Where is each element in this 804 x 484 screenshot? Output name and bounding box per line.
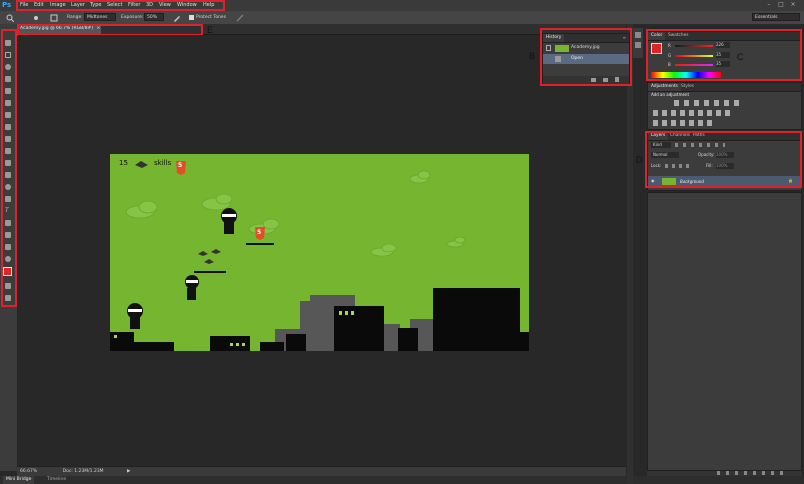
- adjustments-heading: Add an adjustment: [651, 92, 690, 97]
- minimize-icon[interactable]: –: [765, 1, 773, 9]
- dock-separator: [627, 24, 633, 484]
- callout-d-label: D: [636, 155, 643, 165]
- callout-c-box: [646, 29, 802, 81]
- airbrush-icon[interactable]: [173, 14, 181, 22]
- properties-panel-icon[interactable]: [635, 42, 641, 48]
- bottom-panel-tabs: Mini Bridge Timeline: [0, 476, 804, 484]
- range-label: Range:: [67, 15, 83, 20]
- adjustments-panel: Adjustments Styles Add an adjustment: [647, 82, 802, 130]
- callout-c-label: C: [737, 52, 744, 62]
- tab-adjustments[interactable]: Adjustments: [648, 83, 681, 91]
- status-bar: 66.67% Doc: 1.23M/1.23M ▶: [17, 466, 626, 476]
- adjustment-icons-row-2[interactable]: [653, 110, 733, 116]
- close-icon[interactable]: ×: [789, 1, 797, 9]
- callout-f-box: [16, 0, 225, 11]
- tab-styles[interactable]: Styles: [678, 83, 697, 91]
- collapsed-panel-strip: [633, 28, 643, 58]
- options-bar: Range: Midtones Exposure: 50% Protect To…: [0, 11, 804, 25]
- protect-tones-checkbox[interactable]: [189, 15, 194, 20]
- tab-timeline[interactable]: Timeline: [44, 476, 69, 484]
- range-select[interactable]: Midtones: [84, 13, 116, 21]
- adjustment-icons-row-1[interactable]: [674, 100, 744, 106]
- callout-b-box: [540, 28, 632, 86]
- pressure-icon[interactable]: [236, 14, 244, 22]
- brush-panel-icon[interactable]: [50, 14, 58, 22]
- maximize-icon[interactable]: □: [777, 1, 785, 9]
- dodge-tool-icon[interactable]: [6, 14, 15, 23]
- zoom-level[interactable]: 66.67%: [20, 469, 37, 474]
- tab-mini-bridge[interactable]: Mini Bridge: [3, 476, 35, 484]
- document-image[interactable]: 15 skills 5 5: [110, 154, 529, 351]
- layers-panel-empty-area: [647, 192, 802, 471]
- skills-text: skills: [154, 159, 172, 167]
- workspace-select[interactable]: Essentials: [752, 13, 800, 21]
- callout-e-label: E: [207, 25, 214, 35]
- score-text: 15: [119, 159, 128, 167]
- html5-badge-text-2: 5: [257, 229, 262, 236]
- doc-info: Doc: 1.23M/1.23M: [62, 469, 104, 474]
- exposure-label: Exposure:: [121, 15, 144, 20]
- brush-preset-icon[interactable]: [32, 14, 40, 22]
- adjustment-icons-row-3[interactable]: [653, 120, 713, 126]
- status-arrow-icon[interactable]: ▶: [127, 469, 130, 474]
- game-artwork: [110, 161, 529, 351]
- protect-tones-label: Protect Tones: [196, 15, 227, 20]
- layers-footer: [647, 471, 802, 476]
- callout-d-box: [645, 131, 802, 188]
- history-panel-icon[interactable]: [635, 32, 641, 38]
- exposure-input[interactable]: 50%: [144, 13, 164, 21]
- photoshop-logo: Ps: [2, 1, 12, 9]
- callout-b-label: B: [529, 51, 536, 61]
- layers-footer-icons[interactable]: [717, 471, 787, 475]
- callout-a-box: [1, 29, 17, 307]
- html5-badge-text: 5: [178, 162, 183, 169]
